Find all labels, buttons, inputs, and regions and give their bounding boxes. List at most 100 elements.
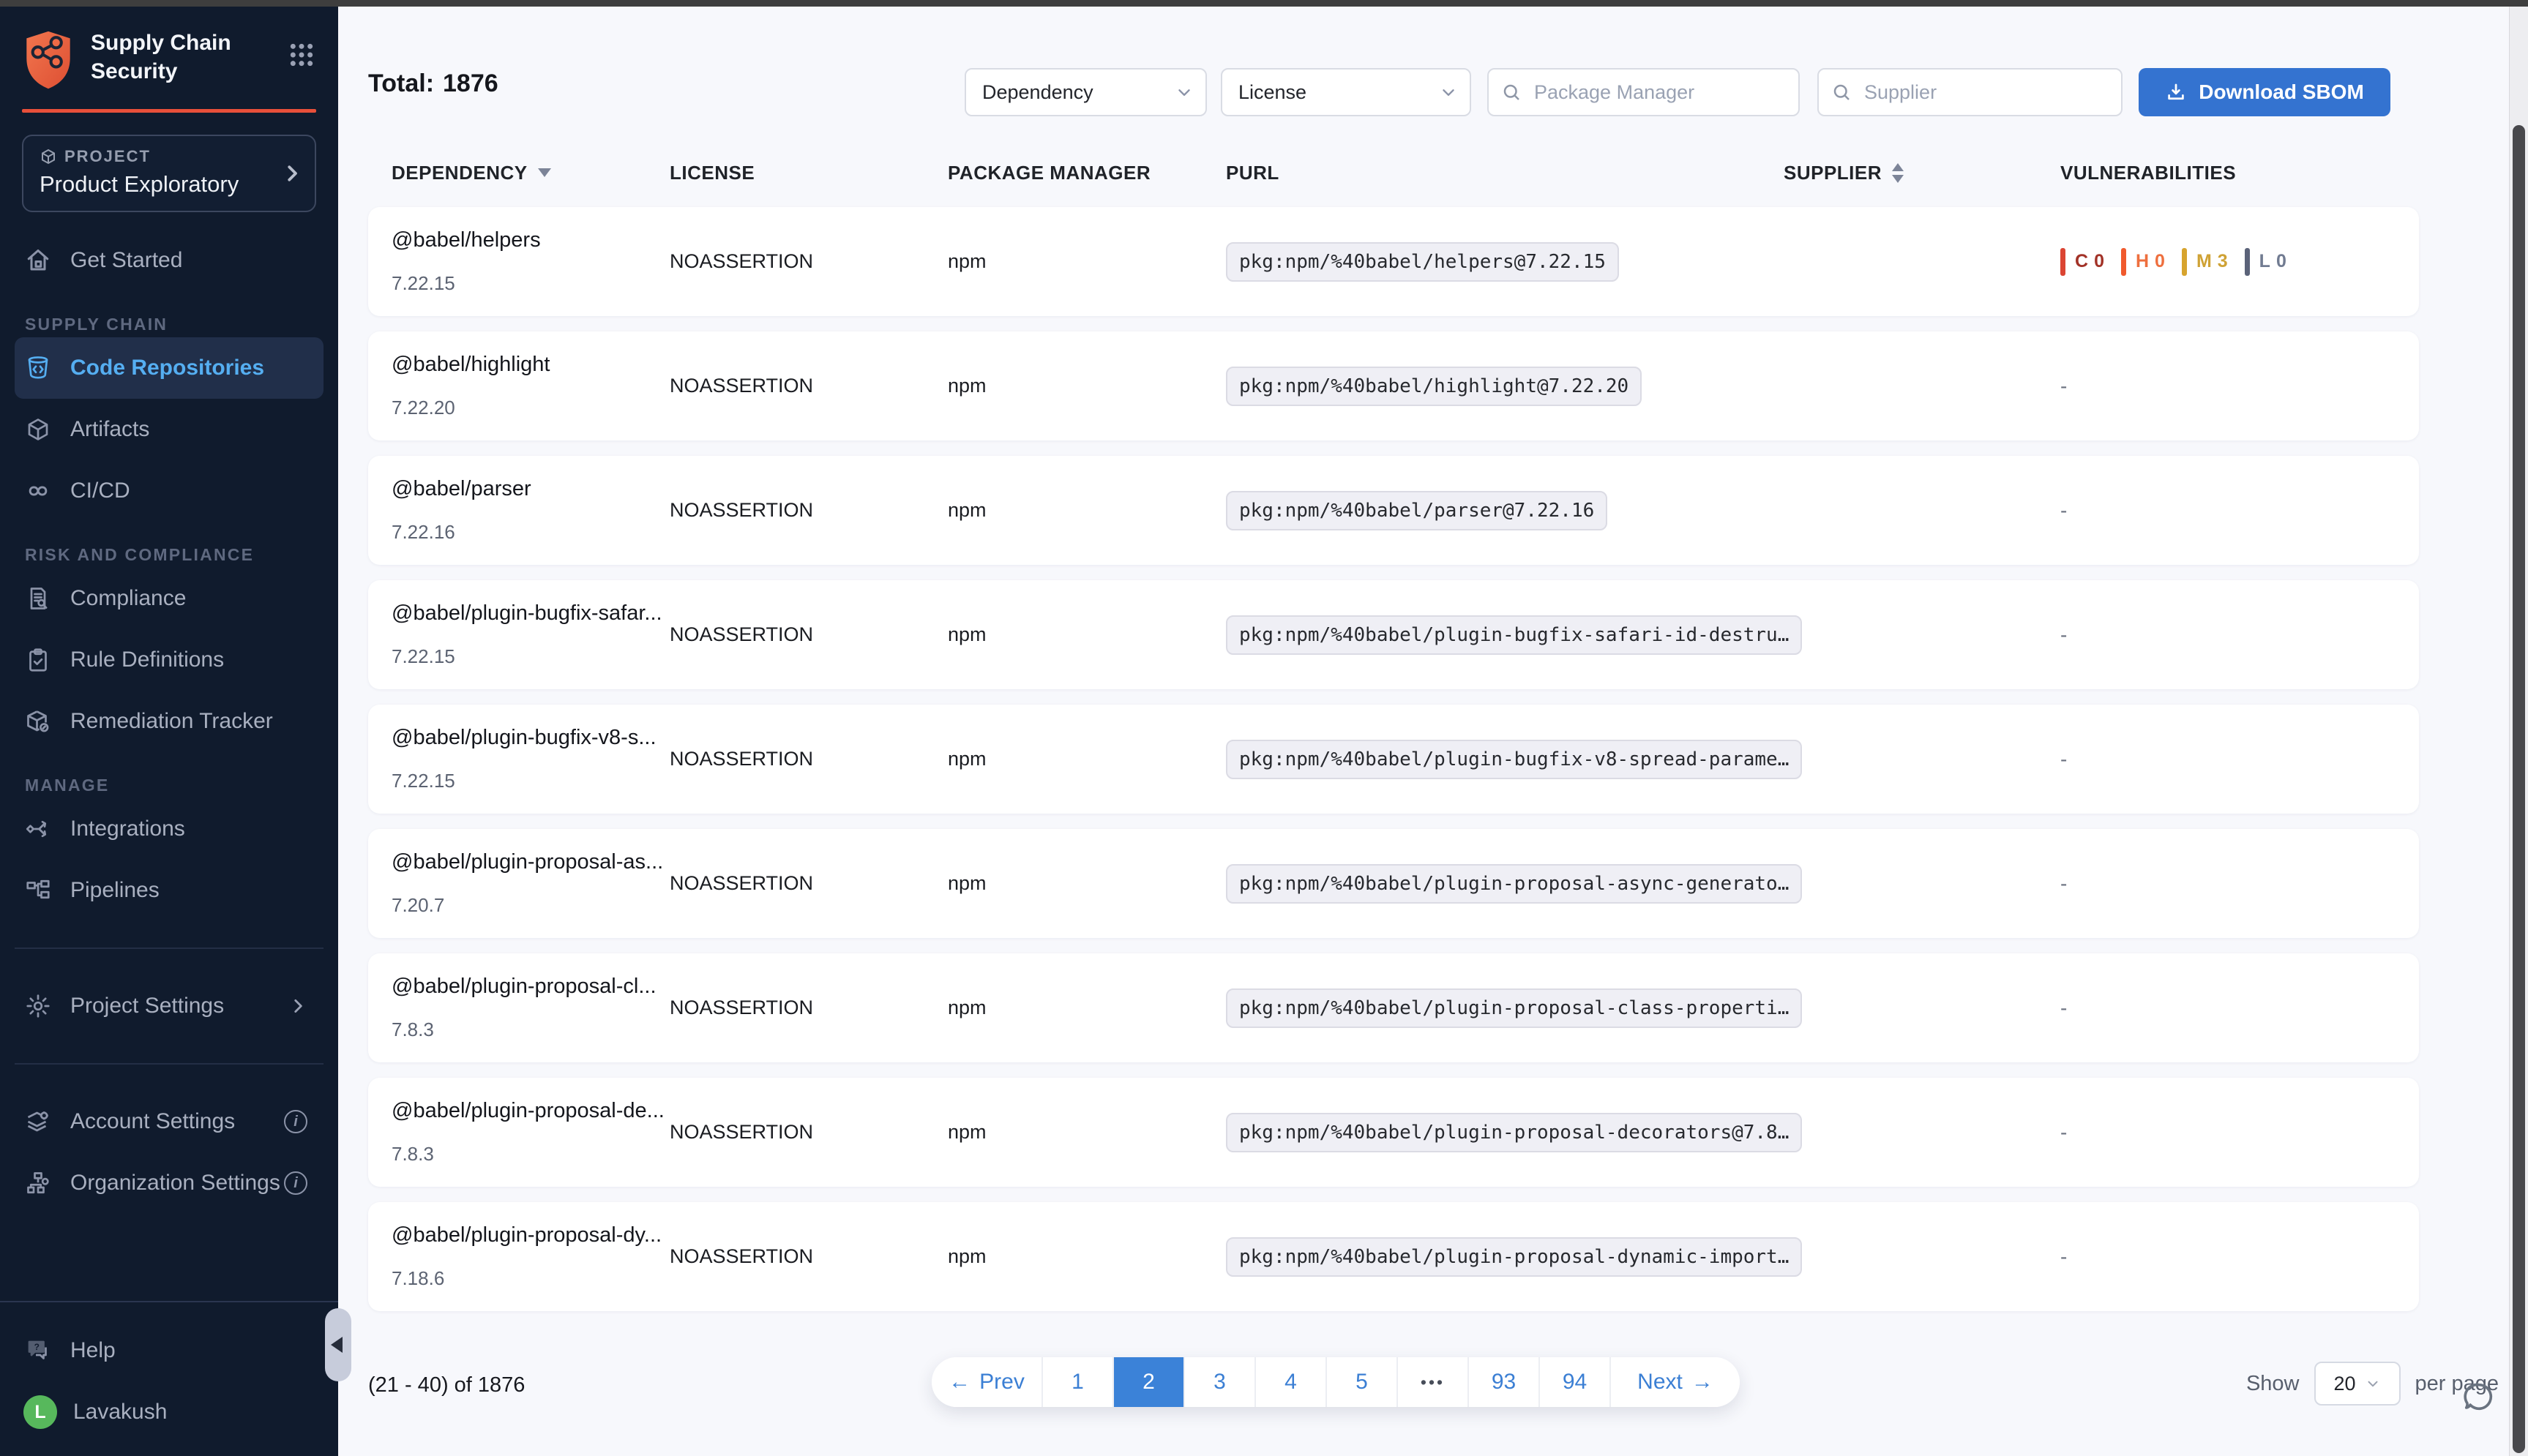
- sidebar-item-label: Account Settings: [70, 1109, 235, 1134]
- license-filter-select[interactable]: License: [1221, 68, 1471, 116]
- page-button-1[interactable]: 1: [1043, 1357, 1114, 1407]
- download-sbom-button[interactable]: Download SBOM: [2139, 68, 2390, 116]
- sidebar-item-compliance[interactable]: Compliance: [15, 568, 324, 629]
- sidebar-collapse-handle[interactable]: [325, 1308, 351, 1381]
- package-manager-cell: npm: [948, 623, 1226, 646]
- dependency-cell: @babel/helpers 7.22.15: [392, 228, 670, 295]
- collapse-left-icon: [331, 1337, 343, 1353]
- brand-divider: [22, 109, 316, 113]
- page-button-93[interactable]: 93: [1469, 1357, 1540, 1407]
- table-row[interactable]: @babel/highlight 7.22.20 NOASSERTION npm…: [368, 331, 2419, 440]
- sidebar-item-project-settings[interactable]: Project Settings: [15, 975, 324, 1037]
- page-size-select[interactable]: 20: [2314, 1362, 2401, 1406]
- prev-page-button[interactable]: ← Prev: [932, 1357, 1043, 1407]
- page-button-5[interactable]: 5: [1327, 1357, 1398, 1407]
- sidebar-item-help[interactable]: ? Help: [15, 1320, 324, 1381]
- next-page-button[interactable]: Next →: [1611, 1357, 1740, 1407]
- sidebar-item-label: Artifacts: [70, 417, 149, 442]
- table-row[interactable]: @babel/parser 7.22.16 NOASSERTION npm pk…: [368, 456, 2419, 565]
- avatar: L: [23, 1395, 57, 1429]
- package-manager-search: [1487, 68, 1800, 116]
- package-manager-input[interactable]: [1489, 70, 1798, 115]
- infinity-icon: [23, 476, 53, 506]
- sidebar-item-remediation-tracker[interactable]: Remediation Tracker: [15, 691, 324, 752]
- table-row[interactable]: @babel/plugin-proposal-cl... 7.8.3 NOASS…: [368, 953, 2419, 1062]
- table-row[interactable]: @babel/plugin-bugfix-safar... 7.22.15 NO…: [368, 580, 2419, 689]
- table-row[interactable]: @babel/plugin-proposal-de... 7.8.3 NOASS…: [368, 1078, 2419, 1187]
- info-icon[interactable]: i: [284, 1171, 307, 1195]
- package-manager-cell: npm: [948, 250, 1226, 273]
- column-header-dependency[interactable]: DEPENDENCY: [392, 151, 670, 194]
- sidebar-item-artifacts[interactable]: Artifacts: [15, 399, 324, 460]
- low-badge: L0: [2245, 248, 2287, 276]
- package-manager-cell: npm: [948, 1121, 1226, 1144]
- arrow-left-icon: ←: [949, 1370, 971, 1395]
- arrow-right-icon: →: [1691, 1370, 1713, 1395]
- apps-grid-icon[interactable]: [287, 40, 316, 70]
- sidebar-item-code-repositories[interactable]: Code Repositories: [15, 337, 324, 399]
- license-cell: NOASSERTION: [670, 375, 948, 397]
- main-content: Total:1876 Dependency License Download S…: [338, 7, 2509, 1456]
- dependency-cell: @babel/highlight 7.22.20: [392, 353, 670, 419]
- sidebar-item-get-started[interactable]: Get Started: [15, 230, 324, 291]
- dependency-filter-select[interactable]: Dependency: [965, 68, 1207, 116]
- table-header: DEPENDENCY LICENSE PACKAGE MANAGER PURL …: [368, 151, 2419, 194]
- supplier-input[interactable]: [1819, 70, 2121, 115]
- license-cell: NOASSERTION: [670, 997, 948, 1019]
- page-button-94[interactable]: 94: [1540, 1357, 1611, 1407]
- table-row[interactable]: @babel/helpers 7.22.15 NOASSERTION npm p…: [368, 207, 2419, 316]
- show-label: Show: [2246, 1372, 2300, 1396]
- page-button-2-active[interactable]: 2: [1114, 1357, 1185, 1407]
- code-repository-icon: [23, 353, 53, 383]
- project-eyebrow-label: PROJECT: [64, 147, 151, 166]
- chevron-down-icon: [2365, 1376, 2381, 1392]
- vulnerabilities-cell: -: [2060, 375, 2404, 398]
- vulnerabilities-cell: -: [2060, 748, 2404, 771]
- pipelines-icon: [23, 876, 53, 905]
- scrollbar-thumb[interactable]: [2513, 125, 2525, 1453]
- purl-chip: pkg:npm/%40babel/helpers@7.22.15: [1226, 242, 1619, 282]
- sidebar-item-account-settings[interactable]: Account Settings i: [15, 1091, 324, 1152]
- package-manager-cell: npm: [948, 1245, 1226, 1268]
- chat-bubble-icon[interactable]: [2462, 1380, 2496, 1414]
- table-row[interactable]: @babel/plugin-bugfix-v8-s... 7.22.15 NOA…: [368, 705, 2419, 814]
- column-header-supplier[interactable]: SUPPLIER: [1784, 151, 2060, 194]
- page-button-4[interactable]: 4: [1256, 1357, 1327, 1407]
- user-name: Lavakush: [73, 1400, 167, 1425]
- sidebar-item-label: Organization Settings: [70, 1171, 280, 1196]
- vulnerabilities-cell: -: [2060, 872, 2404, 896]
- search-icon: [1830, 81, 1852, 103]
- purl-chip: pkg:npm/%40babel/plugin-proposal-dynamic…: [1226, 1237, 1802, 1277]
- sidebar-item-rule-definitions[interactable]: Rule Definitions: [15, 629, 324, 691]
- license-cell: NOASSERTION: [670, 872, 948, 895]
- clipboard-check-icon: [23, 645, 53, 675]
- user-menu[interactable]: L Lavakush: [15, 1381, 324, 1443]
- sidebar-item-integrations[interactable]: Integrations: [15, 798, 324, 860]
- package-manager-cell: npm: [948, 748, 1226, 770]
- table-row[interactable]: @babel/plugin-proposal-dy... 7.18.6 NOAS…: [368, 1202, 2419, 1311]
- sidebar-item-label: Integrations: [70, 817, 185, 841]
- results-range: (21 - 40) of 1876: [368, 1373, 525, 1397]
- pagination-bar: (21 - 40) of 1876 ← Prev 1 2 3 4 5 ••• 9…: [368, 1354, 2499, 1413]
- dependency-cell: @babel/plugin-proposal-dy... 7.18.6: [392, 1223, 670, 1290]
- sidebar-nav: Get Started SUPPLY CHAIN Code Repositori…: [0, 230, 338, 1214]
- critical-badge: C0: [2060, 248, 2105, 276]
- sidebar-item-cicd[interactable]: CI/CD: [15, 460, 324, 522]
- vulnerabilities-cell: -: [2060, 1245, 2404, 1269]
- project-selector[interactable]: PROJECT Product Exploratory: [22, 135, 316, 212]
- sidebar-item-label: Rule Definitions: [70, 648, 224, 672]
- sort-desc-icon: [538, 168, 551, 177]
- dependency-cell: @babel/plugin-bugfix-v8-s... 7.22.15: [392, 726, 670, 792]
- sidebar-item-pipelines[interactable]: Pipelines: [15, 860, 324, 921]
- cube-icon: [23, 415, 53, 444]
- sidebar-item-organization-settings[interactable]: Organization Settings i: [15, 1152, 324, 1214]
- browser-top-bar: [0, 0, 2528, 7]
- sidebar-footer: ? Help L Lavakush: [0, 1301, 338, 1456]
- license-cell: NOASSERTION: [670, 748, 948, 770]
- app-title: Supply Chain Security: [91, 29, 231, 86]
- info-icon[interactable]: i: [284, 1110, 307, 1133]
- chevron-down-icon: [1439, 83, 1458, 102]
- table-row[interactable]: @babel/plugin-proposal-as... 7.20.7 NOAS…: [368, 829, 2419, 938]
- page-button-3[interactable]: 3: [1185, 1357, 1256, 1407]
- divider: [15, 1063, 324, 1065]
